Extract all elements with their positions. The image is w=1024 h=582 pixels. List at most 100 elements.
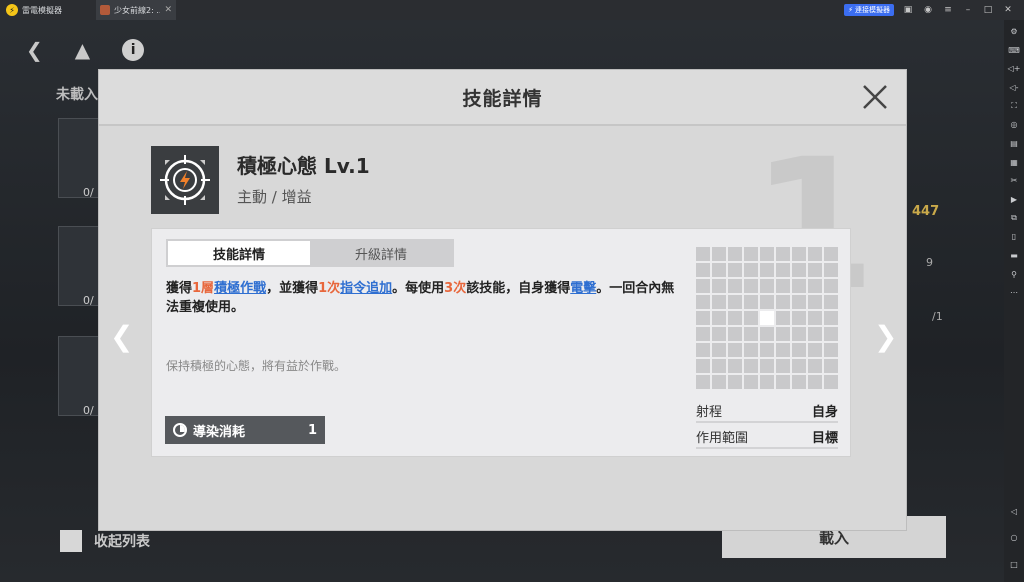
cost-label: 導染消耗 [193,424,246,440]
back-nav-icon[interactable]: ◁ [1004,502,1024,521]
keyword-link[interactable]: 電擊 [570,281,596,296]
keyboard-icon[interactable]: ⌨ [1004,41,1024,60]
close-dialog-icon[interactable] [862,84,888,110]
range-cell [712,295,726,309]
prev-skill-arrow-icon[interactable]: ❮ [110,320,133,353]
range-cell [824,327,838,341]
tab-game[interactable]: 少女前線2: ... ✕ [96,0,176,20]
highlight-number: 3次 [444,281,467,296]
range-cell [728,327,742,341]
phone-icon[interactable]: ▯ [1004,228,1024,247]
back-icon[interactable]: ❮ [26,38,43,62]
fullscreen-icon[interactable]: ⛶ [1004,97,1024,116]
tab-skill-details[interactable]: 技能詳情 [168,241,310,265]
flavor-text: 保持積極的心態，將有益於作戰。 [166,359,347,373]
range-cell [792,279,806,293]
apk-icon[interactable]: ▤ [1004,134,1024,153]
keyword-link[interactable]: 積極作戰 [214,281,266,296]
skill-info-panel: 技能詳情 升級詳情 獲得1層積極作戰，並獲得1次指令追加。每使用3次該技能，自身… [151,228,851,457]
user-icon[interactable]: ◉ [922,5,934,15]
folder-icon[interactable]: ▬ [1004,246,1024,265]
range-cell [808,279,822,293]
highlight-number: 1次 [318,281,341,296]
tab-upgrade-details[interactable]: 升級詳情 [310,241,452,265]
emulator-logo-icon: ⚡ [6,4,18,16]
range-cell [776,295,790,309]
bg-character-card[interactable]: 0/ [58,226,102,307]
range-cell [792,343,806,357]
range-cell [824,375,838,389]
range-cell [824,247,838,261]
range-cell [776,247,790,261]
maximize-icon[interactable]: □ [982,5,994,15]
range-cell [792,327,806,341]
range-cell [728,343,742,357]
detail-tabs: 技能詳情 升級詳情 [166,239,454,267]
range-cell [760,359,774,373]
drive-icon[interactable]: ▲ [75,38,90,62]
range-cell [792,247,806,261]
range-cell [696,279,710,293]
recents-nav-icon[interactable]: □ [1004,555,1024,574]
range-cell [696,359,710,373]
game-viewport: ❮ ▲ i 未載入 0/ 0/ 0/ 447 9 /1 收起列表 載入 技能詳情… [0,20,1004,582]
range-cell [824,359,838,373]
range-cell [760,327,774,341]
screenshot-icon[interactable]: ▦ [1004,153,1024,172]
skill-icon [151,146,219,214]
range-cell [744,359,758,373]
volume-down-icon[interactable]: ◁- [1004,78,1024,97]
area-value: 目標 [811,431,838,446]
tab-close-icon[interactable]: ✕ [164,5,172,15]
range-cell [744,279,758,293]
range-cell [760,375,774,389]
minimize-icon[interactable]: – [962,5,974,15]
range-cell [808,311,822,325]
more-icon[interactable]: ⋯ [1004,284,1024,303]
range-cell [696,327,710,341]
range-cell [808,263,822,277]
range-cell [776,311,790,325]
pin-icon[interactable]: ⚲ [1004,265,1024,284]
range-cell [760,343,774,357]
range-cell [760,279,774,293]
range-cell [792,359,806,373]
home-nav-icon[interactable]: ○ [1004,529,1024,548]
gamepad-icon[interactable]: ▣ [902,5,914,15]
range-cell [792,375,806,389]
range-cell [712,343,726,357]
range-value: 自身 [811,405,838,420]
close-window-icon[interactable]: ✕ [1002,5,1014,15]
range-cell [824,263,838,277]
range-cell [776,375,790,389]
settings-icon[interactable]: ⚙ [1004,22,1024,41]
next-skill-arrow-icon[interactable]: ❯ [874,320,897,353]
range-cell [696,343,710,357]
unloaded-label: 未載入 [56,87,98,103]
connect-emulator-button[interactable]: ⚡ 連接模擬器 [844,4,894,16]
skill-name: 積極心態 Lv.1 [237,154,370,178]
volume-up-icon[interactable]: ◁+ [1004,59,1024,78]
tab-label: 少女前線2: ... [114,5,161,15]
sync-icon[interactable]: ⧉ [1004,209,1024,228]
collapse-list-button[interactable]: 收起列表 [60,530,150,552]
collapse-list-label: 收起列表 [94,534,150,550]
range-cell [744,263,758,277]
range-cell [776,327,790,341]
info-icon[interactable]: i [122,39,145,61]
menu-icon[interactable]: ≡ [942,5,954,15]
location-icon[interactable]: ◎ [1004,115,1024,134]
lightning-icon: ⚡ [848,6,853,14]
range-cell [760,263,774,277]
bg-character-card[interactable]: 0/ [58,336,102,417]
pie-icon [173,423,187,437]
skill-description: 獲得1層積極作戰，並獲得1次指令追加。每使用3次該技能，自身獲得電擊。一回合內無… [166,281,675,315]
record-icon[interactable]: ▶ [1004,190,1024,209]
skill-type: 主動 / 增益 [237,188,312,206]
dialog-header: 技能詳情 [99,70,906,126]
scissors-icon[interactable]: ✂ [1004,172,1024,191]
bg-character-card[interactable]: 0/ [58,118,102,199]
range-cell [712,247,726,261]
crosshair-lightning-icon [160,155,210,205]
keyword-link[interactable]: 指令追加 [340,281,392,296]
